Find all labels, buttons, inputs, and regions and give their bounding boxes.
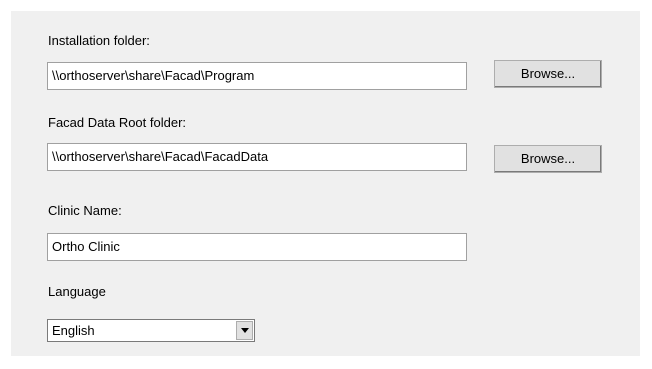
- data-root-folder-input[interactable]: \\orthoserver\share\Facad\FacadData: [47, 143, 467, 171]
- language-select[interactable]: English: [47, 319, 255, 342]
- chevron-down-icon-glyph: [241, 328, 249, 333]
- language-selected-value: English: [52, 323, 95, 338]
- installation-folder-label: Installation folder:: [48, 33, 150, 48]
- language-label: Language: [48, 284, 106, 299]
- clinic-name-input[interactable]: Ortho Clinic: [47, 233, 467, 261]
- clinic-name-label: Clinic Name:: [48, 203, 122, 218]
- settings-panel: Installation folder: \\orthoserver\share…: [11, 11, 640, 356]
- browse-installation-folder-button[interactable]: Browse...: [494, 60, 602, 88]
- browse-data-root-folder-button[interactable]: Browse...: [494, 145, 602, 173]
- installation-folder-input[interactable]: \\orthoserver\share\Facad\Program: [47, 62, 467, 90]
- data-root-folder-label: Facad Data Root folder:: [48, 115, 187, 130]
- chevron-down-icon[interactable]: [236, 321, 253, 340]
